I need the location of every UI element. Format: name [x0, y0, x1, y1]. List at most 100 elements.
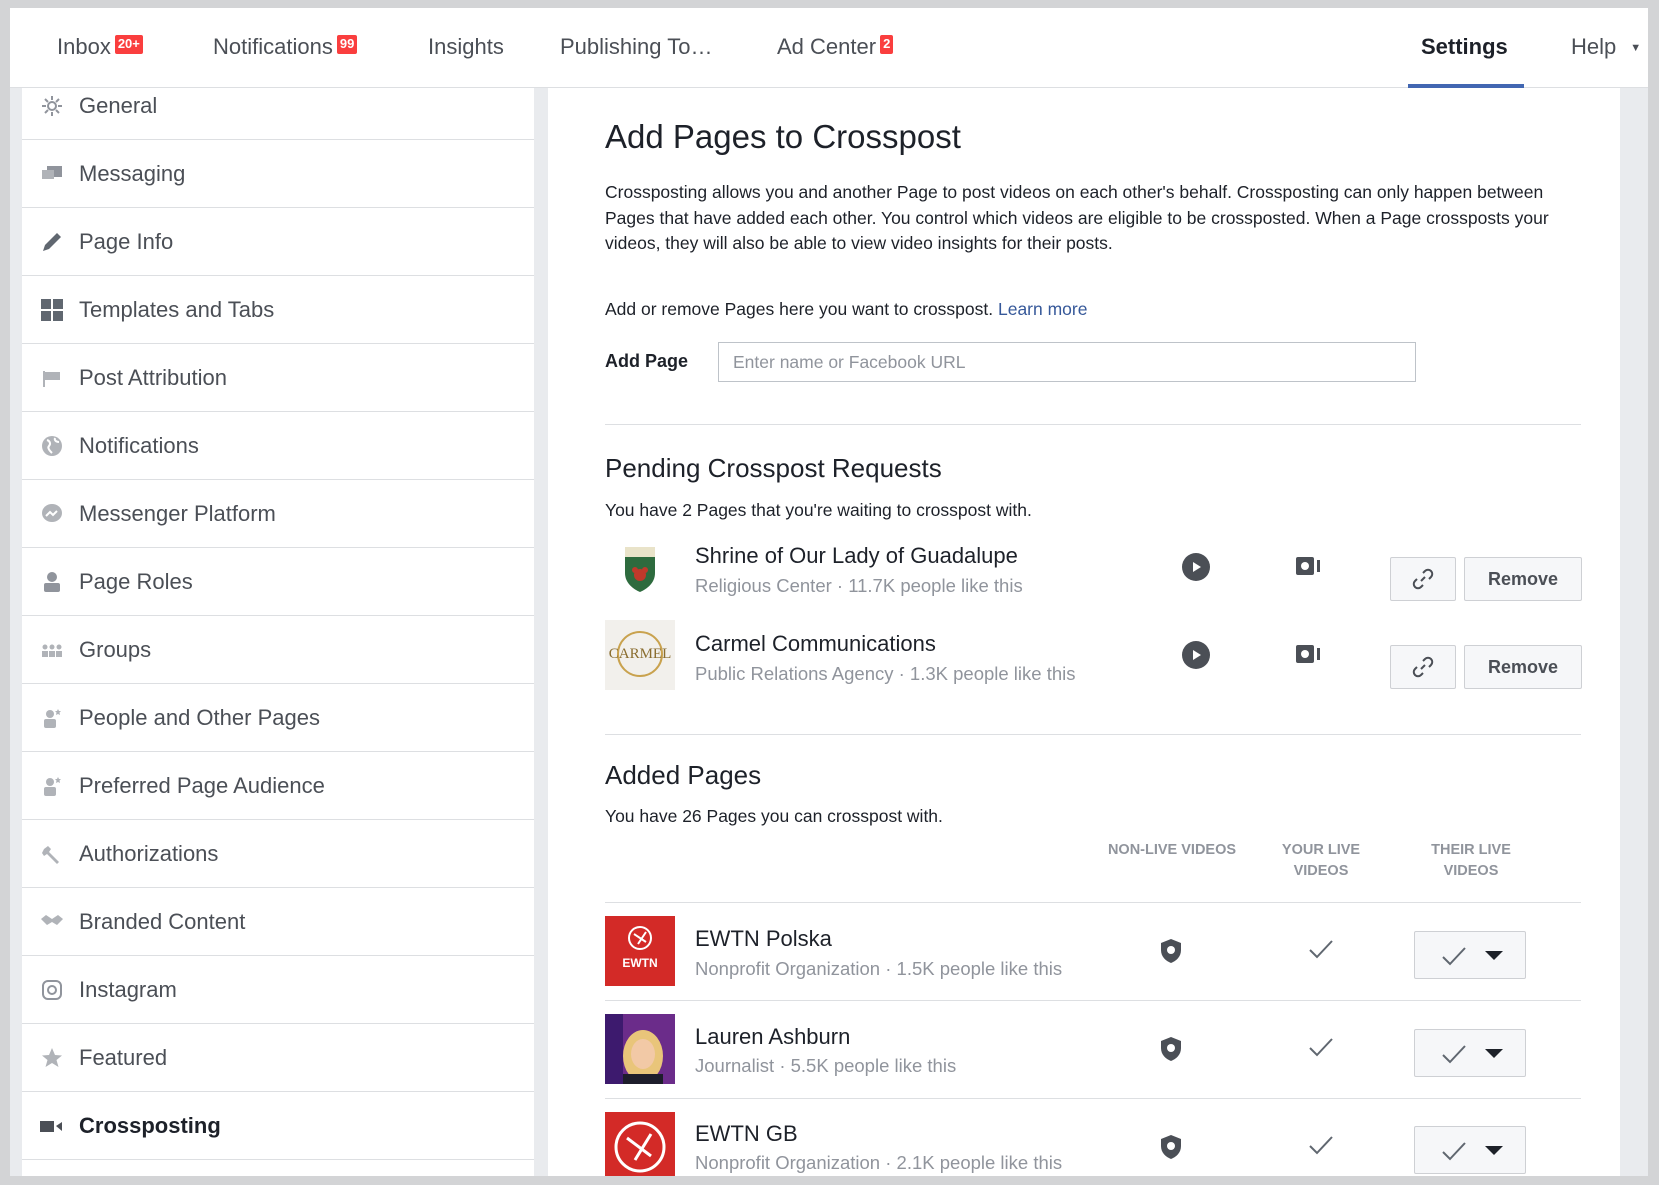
page-meta: Public Relations Agency · 1.3K people li…: [695, 663, 1076, 684]
sidebar-item-instagram[interactable]: Instagram: [22, 956, 534, 1024]
added-subtitle: You have 26 Pages you can crosspost with…: [605, 806, 943, 826]
person-icon: [39, 569, 65, 595]
add-page-label: Add Page: [605, 351, 689, 371]
caret-down-icon: [1485, 1049, 1503, 1058]
nav-help[interactable]: Help ▼: [1571, 34, 1641, 60]
sidebar-item-label: Templates and Tabs: [79, 296, 275, 322]
sidebar-item-messaging[interactable]: Messaging: [22, 140, 534, 208]
pencil-icon: [39, 229, 65, 255]
check-icon: [1308, 938, 1334, 965]
sidebar-item-preferred-audience[interactable]: Preferred Page Audience: [22, 752, 534, 820]
nav-notifications-label: Notifications: [213, 34, 333, 59]
their-live-dropdown[interactable]: [1414, 931, 1526, 979]
sidebar-item-authorizations[interactable]: Authorizations: [22, 820, 534, 888]
nav-insights[interactable]: Insights: [428, 34, 504, 60]
remove-button[interactable]: Remove: [1464, 645, 1582, 689]
settings-sidebar: General Messaging Page Info Templates an…: [22, 88, 534, 1176]
nav-help-label: Help: [1571, 34, 1617, 59]
page-avatar[interactable]: CARMEL: [605, 620, 675, 690]
link-icon: [1412, 656, 1434, 678]
nav-ad-center-label: Ad Center: [777, 34, 877, 59]
sidebar-item-label: Page Roles: [79, 568, 193, 594]
their-live-dropdown[interactable]: [1414, 1126, 1526, 1174]
app-frame: Inbox 20+ Notifications 99 Insights Publis…: [10, 8, 1648, 1176]
sidebar-item-branded-content[interactable]: Branded Content: [22, 888, 534, 956]
their-live-dropdown[interactable]: [1414, 1029, 1526, 1077]
page-name[interactable]: Lauren Ashburn: [695, 1024, 850, 1050]
page-gutter: [1620, 88, 1648, 1176]
sidebar-item-groups[interactable]: Groups: [22, 616, 534, 684]
sidebar-item-label: Notifications: [79, 432, 199, 458]
page-name[interactable]: EWTN GB: [695, 1121, 798, 1147]
sidebar-item-label: Messaging: [79, 160, 186, 186]
check-icon: [1308, 1134, 1334, 1161]
sidebar-item-label: Preferred Page Audience: [79, 772, 325, 798]
handshake-icon: [39, 909, 65, 935]
page-meta: Nonprofit Organization · 1.5K people lik…: [695, 958, 1063, 979]
add-remove-hint: Add or remove Pages here you want to cro…: [605, 299, 1087, 320]
sidebar-item-page-roles[interactable]: Page Roles: [22, 548, 534, 616]
sidebar-item-label: Featured: [79, 1044, 168, 1070]
sidebar-item-featured[interactable]: Featured: [22, 1024, 534, 1092]
sidebar-item-people-other-pages[interactable]: People and Other Pages: [22, 684, 534, 752]
gear-icon: [39, 93, 65, 119]
page-avatar[interactable]: [605, 533, 675, 603]
add-page-input[interactable]: [718, 342, 1416, 382]
video-camera-icon: [39, 1113, 65, 1139]
sidebar-item-messenger-platform[interactable]: Messenger Platform: [22, 480, 534, 548]
page-name[interactable]: EWTN Polska: [695, 926, 832, 952]
remove-button[interactable]: Remove: [1464, 557, 1582, 601]
sidebar-item-label: Page Info: [79, 228, 174, 254]
page-avatar[interactable]: EWTN: [605, 916, 675, 986]
crossposting-description: Crossposting allows you and another Page…: [605, 182, 1549, 253]
sidebar-item-label: Authorizations: [79, 840, 219, 866]
learn-more-link[interactable]: Learn more: [998, 299, 1088, 319]
logo-text: CARMEL: [609, 646, 672, 662]
pending-subtitle: You have 2 Pages that you're waiting to …: [605, 500, 1032, 520]
nav-ad-center[interactable]: Ad Center 2: [777, 34, 894, 60]
page-meta: Journalist · 5.5K people like this: [695, 1055, 957, 1076]
person-star-icon: [39, 705, 65, 731]
sidebar-item-label: General: [79, 92, 158, 118]
chat-icon: [39, 161, 65, 187]
sidebar-item-crossposting[interactable]: Crossposting: [22, 1092, 534, 1160]
ad-center-badge: 2: [880, 35, 894, 54]
column-header-your-live: YOUR LIVE VIDEOS: [1281, 842, 1361, 879]
nav-inbox[interactable]: Inbox 20+: [57, 34, 143, 60]
sidebar-item-templates[interactable]: Templates and Tabs: [22, 276, 534, 344]
sidebar-item-notifications[interactable]: Notifications: [22, 412, 534, 480]
page-avatar[interactable]: [605, 1014, 675, 1084]
sidebar-item-label: Instagram: [79, 976, 177, 1002]
shield-icon: [1159, 1036, 1183, 1067]
copy-link-button[interactable]: [1390, 645, 1456, 689]
copy-link-button[interactable]: [1390, 557, 1456, 601]
logo-text: EWTN: [622, 956, 657, 970]
check-icon: [1442, 947, 1466, 966]
column-header-non-live: NON-LIVE VIDEOS: [1107, 842, 1237, 858]
caret-down-icon: [1485, 951, 1503, 960]
sidebar-item-general[interactable]: General: [22, 72, 534, 140]
notifications-badge: 99: [336, 35, 358, 54]
inbox-badge: 20+: [114, 35, 143, 54]
nav-notifications[interactable]: Notifications 99: [213, 34, 358, 60]
added-section-title: Added Pages: [605, 760, 762, 790]
nav-settings[interactable]: Settings: [1421, 34, 1508, 60]
page-name[interactable]: Carmel Communications: [695, 631, 936, 657]
check-icon: [1308, 1036, 1334, 1063]
globe-icon: [39, 433, 65, 459]
sidebar-item-label: Crossposting: [79, 1112, 221, 1138]
page-title: Add Pages to Crosspost: [605, 118, 961, 155]
link-icon: [1412, 568, 1434, 590]
messenger-icon: [39, 501, 65, 527]
page-name[interactable]: Shrine of Our Lady of Guadalupe: [695, 543, 1018, 569]
sidebar-item-post-attribution[interactable]: Post Attribution: [22, 344, 534, 412]
star-icon: [39, 1045, 65, 1071]
nav-publishing-tools[interactable]: Publishing To…: [560, 34, 712, 60]
nav-inbox-label: Inbox: [57, 34, 111, 59]
sidebar-item-page-info[interactable]: Page Info: [22, 208, 534, 276]
check-icon: [1442, 1142, 1466, 1161]
caret-down-icon: ▼: [1630, 42, 1642, 54]
caret-down-icon: [1485, 1146, 1503, 1155]
page-avatar[interactable]: [605, 1112, 675, 1176]
person-star-icon: [39, 773, 65, 799]
